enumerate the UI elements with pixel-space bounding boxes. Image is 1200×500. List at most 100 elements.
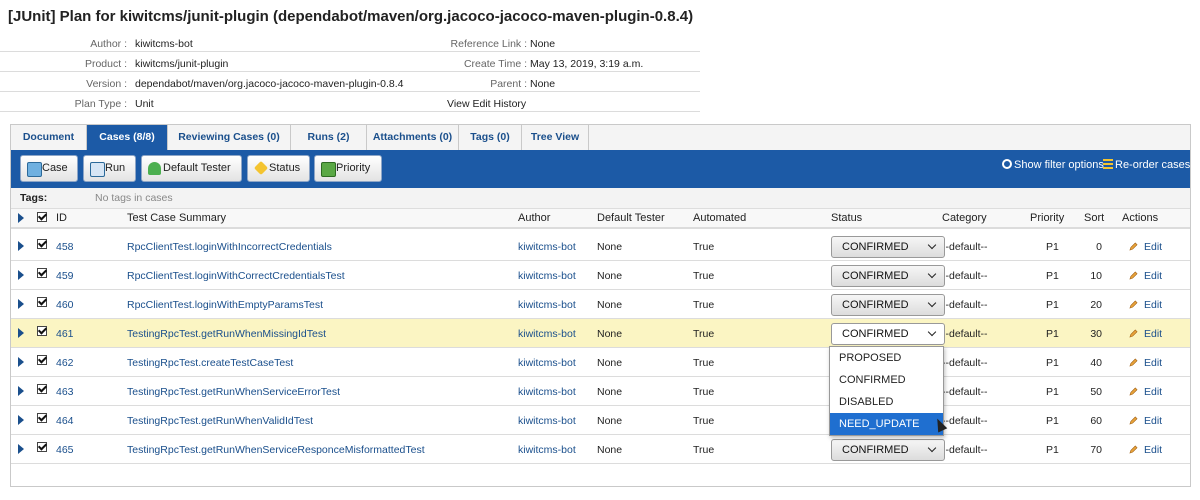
status-select[interactable]: CONFIRMED [831, 294, 945, 316]
case-summary-link[interactable]: TestingRpcTest.createTestCaseTest [127, 357, 293, 369]
case-author-link[interactable]: kiwitcms-bot [518, 357, 576, 369]
status-select[interactable]: CONFIRMED [831, 439, 945, 461]
row-checkbox[interactable] [37, 384, 47, 394]
status-option-proposed[interactable]: PROPOSED [830, 347, 943, 369]
status-select[interactable]: CONFIRMED [831, 236, 945, 258]
edit-link[interactable]: Edit [1144, 444, 1162, 456]
edit-link[interactable]: Edit [1144, 270, 1162, 282]
status-select-value: CONFIRMED [842, 328, 909, 340]
case-priority: P1 [1046, 357, 1059, 369]
col-sort[interactable]: Sort [1084, 212, 1104, 224]
case-author-link[interactable]: kiwitcms-bot [518, 241, 576, 253]
status-option-need-update[interactable]: NEED_UPDATE [830, 413, 943, 435]
status-button[interactable]: Status [247, 155, 310, 182]
tab-reviewing-cases[interactable]: Reviewing Cases (0) [168, 125, 291, 150]
status-select[interactable]: CONFIRMED [831, 323, 945, 345]
tab-tree-view[interactable]: Tree View [522, 125, 589, 150]
case-id-link[interactable]: 462 [56, 357, 74, 369]
case-automated: True [693, 357, 715, 369]
default-tester-label: Default Tester [163, 162, 231, 174]
case-id-link[interactable]: 459 [56, 270, 74, 282]
expand-row-icon[interactable] [18, 270, 24, 280]
add-case-button[interactable]: Case [20, 155, 78, 182]
row-checkbox[interactable] [37, 442, 47, 452]
status-select-value: CONFIRMED [842, 241, 909, 253]
case-author-link[interactable]: kiwitcms-bot [518, 328, 576, 340]
edit-link[interactable]: Edit [1144, 357, 1162, 369]
case-author-link[interactable]: kiwitcms-bot [518, 270, 576, 282]
default-tester-button[interactable]: Default Tester [141, 155, 242, 182]
case-automated: True [693, 241, 715, 253]
table-row: 461 TestingRpcTest.getRunWhenMissingIdTes… [11, 319, 1190, 348]
select-all-checkbox[interactable] [37, 212, 47, 222]
col-priority[interactable]: Priority [1030, 212, 1064, 224]
col-author[interactable]: Author [518, 212, 550, 224]
edit-link[interactable]: Edit [1144, 386, 1162, 398]
tab-document[interactable]: Document [11, 125, 87, 150]
case-id-link[interactable]: 464 [56, 415, 74, 427]
edit-link[interactable]: Edit [1144, 415, 1162, 427]
case-id-link[interactable]: 465 [56, 444, 74, 456]
case-author-link[interactable]: kiwitcms-bot [518, 415, 576, 427]
case-sort: 10 [1090, 270, 1102, 282]
author-link[interactable]: kiwitcms-bot [135, 38, 193, 50]
expand-row-icon[interactable] [18, 299, 24, 309]
col-status[interactable]: Status [831, 212, 862, 224]
pencil-icon [1129, 416, 1138, 425]
priority-button[interactable]: Priority [314, 155, 382, 182]
case-id-link[interactable]: 463 [56, 386, 74, 398]
row-checkbox[interactable] [37, 239, 47, 249]
case-summary-link[interactable]: RpcClientTest.loginWithIncorrectCredenti… [127, 241, 332, 253]
case-author-link[interactable]: kiwitcms-bot [518, 444, 576, 456]
case-author-link[interactable]: kiwitcms-bot [518, 299, 576, 311]
tab-cases[interactable]: Cases (8/8) [87, 125, 168, 150]
case-summary-link[interactable]: TestingRpcTest.getRunWhenMissingIdTest [127, 328, 326, 340]
edit-link[interactable]: Edit [1144, 328, 1162, 340]
product-link[interactable]: kiwitcms/junit-plugin [135, 58, 228, 70]
edit-link[interactable]: Edit [1144, 241, 1162, 253]
col-id[interactable]: ID [56, 212, 67, 224]
view-edit-history-link[interactable]: View Edit History [447, 98, 526, 110]
expand-row-icon[interactable] [18, 328, 24, 338]
tab-runs[interactable]: Runs (2) [291, 125, 367, 150]
reorder-cases-link[interactable]: Re-order cases [1103, 159, 1190, 171]
reorder-label: Re-order cases [1115, 159, 1191, 171]
case-summary-link[interactable]: TestingRpcTest.getRunWhenValidIdTest [127, 415, 313, 427]
col-default-tester[interactable]: Default Tester [597, 212, 665, 224]
row-checkbox[interactable] [37, 326, 47, 336]
status-option-confirmed[interactable]: CONFIRMED [830, 369, 943, 391]
case-summary-link[interactable]: TestingRpcTest.getRunWhenServiceResponce… [127, 444, 425, 456]
case-summary-link[interactable]: RpcClientTest.loginWithCorrectCredential… [127, 270, 345, 282]
case-summary-link[interactable]: RpcClientTest.loginWithEmptyParamsTest [127, 299, 323, 311]
table-row: 463 TestingRpcTest.getRunWhenServiceError… [11, 377, 1190, 406]
col-summary[interactable]: Test Case Summary [127, 212, 226, 224]
row-checkbox[interactable] [37, 297, 47, 307]
run-button[interactable]: Run [83, 155, 136, 182]
row-checkbox[interactable] [37, 268, 47, 278]
col-automated[interactable]: Automated [693, 212, 746, 224]
case-id-link[interactable]: 461 [56, 328, 74, 340]
case-author-link[interactable]: kiwitcms-bot [518, 386, 576, 398]
col-category[interactable]: Category [942, 212, 987, 224]
case-id-link[interactable]: 458 [56, 241, 74, 253]
status-select-value: CONFIRMED [842, 270, 909, 282]
expand-row-icon[interactable] [18, 415, 24, 425]
expand-row-icon[interactable] [18, 386, 24, 396]
edit-link[interactable]: Edit [1144, 299, 1162, 311]
expand-row-icon[interactable] [18, 444, 24, 454]
tab-attachments[interactable]: Attachments (0) [367, 125, 459, 150]
case-summary-link[interactable]: TestingRpcTest.getRunWhenServiceErrorTes… [127, 386, 340, 398]
status-select[interactable]: CONFIRMED [831, 265, 945, 287]
status-option-disabled[interactable]: DISABLED [830, 391, 943, 413]
case-automated: True [693, 415, 715, 427]
row-checkbox[interactable] [37, 355, 47, 365]
case-id-link[interactable]: 460 [56, 299, 74, 311]
version-value: dependabot/maven/org.jacoco-jacoco-maven… [135, 78, 404, 90]
expand-row-icon[interactable] [18, 357, 24, 367]
tab-tags[interactable]: Tags (0) [459, 125, 522, 150]
expand-row-icon[interactable] [18, 241, 24, 251]
show-filter-options-link[interactable]: Show filter options [1002, 159, 1104, 171]
page-title: [JUnit] Plan for kiwitcms/junit-plugin (… [8, 8, 694, 25]
row-checkbox[interactable] [37, 413, 47, 423]
expand-all-icon[interactable] [18, 213, 24, 223]
